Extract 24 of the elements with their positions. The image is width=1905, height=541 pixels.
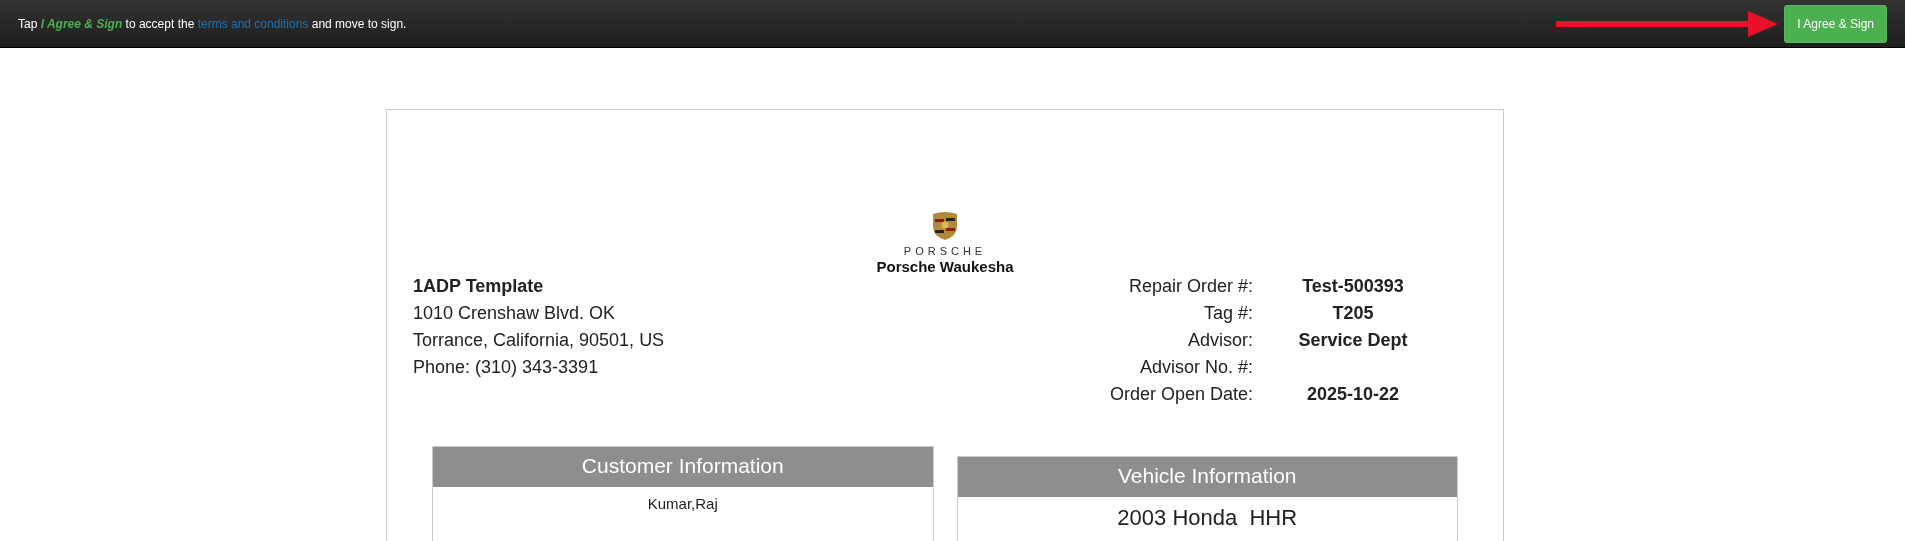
field-value: 2025-10-22 [1305, 383, 1401, 406]
address-line: 1010 Crenshaw Blvd. OK [413, 302, 617, 325]
brand-wordmark: PORSCHE [903, 245, 987, 258]
address-line: Phone: (310) 343-3391 [413, 356, 600, 379]
dealer-name: Porsche Waukesha [876, 258, 1014, 276]
panel-text: 2003 Honda HHR [1116, 504, 1299, 531]
terms-link[interactable]: terms and conditions [197, 16, 309, 31]
panel-header: Customer Information [433, 447, 933, 487]
field-value: T205 [1331, 302, 1375, 325]
field-value: Test-500393 [1301, 275, 1405, 298]
instruction-text: Tap I Agree & Sign to accept the terms and conditions and move to sign. [18, 16, 407, 31]
field-label: Advisor No. #: [1138, 356, 1253, 379]
address-line: Torrance, California, 90501, US [413, 329, 665, 352]
agree-sign-button[interactable]: I Agree & Sign [1784, 4, 1887, 43]
crest-icon [932, 211, 958, 241]
address-line: 1ADP Template [413, 275, 545, 298]
arrow-icon [1556, 10, 1779, 37]
panel-text: Kumar,Raj [646, 494, 719, 512]
field-value: Service Dept [1297, 329, 1409, 352]
field-label: Repair Order #: [1127, 275, 1253, 298]
field-label: Tag #: [1202, 302, 1253, 325]
field-label: Advisor: [1186, 329, 1253, 352]
panel-header: Vehicle Information [957, 457, 1457, 497]
field-label: Order Open Date: [1109, 383, 1253, 406]
